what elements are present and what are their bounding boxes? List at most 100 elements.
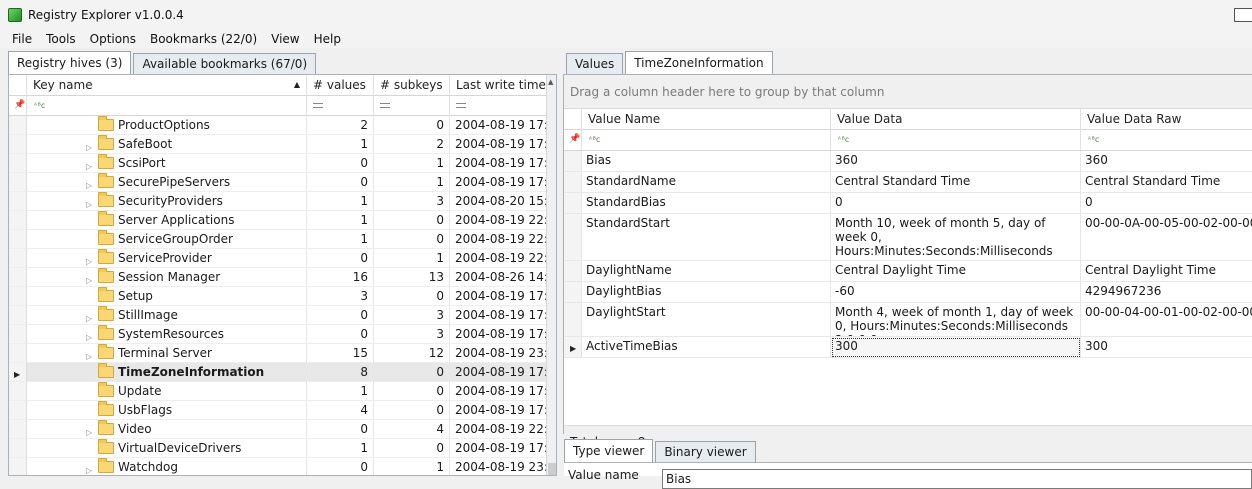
header-key-name[interactable]: Key name ▲ <box>27 75 307 96</box>
filter-pin-icon[interactable]: 📌 <box>564 130 582 150</box>
expand-icon[interactable]: ▷ <box>86 196 92 210</box>
key-name-cell[interactable]: Update <box>27 382 307 401</box>
menu-options[interactable]: Options <box>84 32 142 46</box>
tree-row[interactable]: ▷ SecurityProviders 1 3 2004-08-20 15:3 <box>9 192 556 211</box>
header-values[interactable]: # values <box>307 75 374 96</box>
tree-row[interactable]: UsbFlags 4 0 2004-08-19 17:0 <box>9 401 556 420</box>
row-selector[interactable] <box>9 306 27 325</box>
tree-row[interactable]: ▶ TimeZoneInformation 8 0 2004-08-19 17:2 <box>9 363 556 382</box>
value-data-cell[interactable]: -60 <box>831 282 1081 303</box>
row-selector[interactable] <box>9 230 27 249</box>
value-data-raw-cell[interactable]: 4294967236 <box>1081 282 1252 303</box>
row-selector[interactable] <box>9 268 27 287</box>
row-selector[interactable] <box>9 211 27 230</box>
value-row[interactable]: StandardName Central Standard Time Central… <box>564 172 1252 193</box>
value-row[interactable]: StandardStart Month 10, week of month 5, … <box>564 214 1252 261</box>
key-name-cell[interactable]: ▷ Session Manager <box>27 268 307 287</box>
row-selector[interactable] <box>9 420 27 439</box>
value-row[interactable]: DaylightName Central Daylight Time Central… <box>564 261 1252 282</box>
expand-icon[interactable]: ▷ <box>86 310 92 324</box>
header-value-name[interactable]: Value Name <box>582 109 831 130</box>
value-row[interactable]: StandardBias 0 0 <box>564 193 1252 214</box>
filter-value-data-raw[interactable]: ᴬᴮc <box>1081 130 1252 150</box>
value-row[interactable]: ▶ ActiveTimeBias 300 300 <box>564 337 1252 358</box>
header-value-data[interactable]: Value Data <box>831 109 1081 130</box>
expand-icon[interactable]: ▷ <box>86 139 92 153</box>
tree-row[interactable]: ▷ Watchdog 0 1 2004-08-19 23:0 <box>9 458 556 475</box>
row-selector[interactable] <box>9 116 27 135</box>
value-data-cell[interactable]: 360 <box>831 151 1081 172</box>
value-data-raw-cell[interactable]: 00-00-0A-00-05-00-02-00-00-00-00-00-00-0… <box>1081 214 1252 261</box>
row-selector[interactable] <box>9 154 27 173</box>
key-name-cell[interactable]: ▷ Terminal Server <box>27 344 307 363</box>
expand-icon[interactable]: ▷ <box>86 272 92 286</box>
row-selector[interactable] <box>9 325 27 344</box>
scroll-up-icon[interactable]: ▲ <box>548 78 553 86</box>
tree-row[interactable]: ▷ ServiceProvider 0 1 2004-08-19 22:2 <box>9 249 556 268</box>
row-selector[interactable] <box>9 382 27 401</box>
key-name-cell[interactable]: ProductOptions <box>27 116 307 135</box>
key-name-cell[interactable]: ▷ SafeBoot <box>27 135 307 154</box>
tree-row[interactable]: Update 1 0 2004-08-19 17:0 <box>9 382 556 401</box>
row-selector[interactable] <box>9 192 27 211</box>
tree-row[interactable]: ▷ StillImage 0 3 2004-08-19 17:0 <box>9 306 556 325</box>
value-name-cell[interactable]: DaylightStart <box>582 303 831 337</box>
value-data-cell[interactable]: Central Daylight Time <box>831 261 1081 282</box>
value-name-field[interactable]: Bias <box>662 469 1252 489</box>
value-data-raw-cell[interactable]: 360 <box>1081 151 1252 172</box>
expand-icon[interactable]: ▷ <box>86 348 92 362</box>
value-name-cell[interactable]: StandardStart <box>582 214 831 261</box>
key-name-cell[interactable]: ▷ SystemResources <box>27 325 307 344</box>
row-selector[interactable] <box>9 439 27 458</box>
value-name-cell[interactable]: DaylightName <box>582 261 831 282</box>
expand-icon[interactable]: ▷ <box>86 424 92 438</box>
menu-help[interactable]: Help <box>308 32 347 46</box>
tree-row[interactable]: Server Applications 1 0 2004-08-19 22:2 <box>9 211 556 230</box>
value-data-cell[interactable]: 0 <box>831 193 1081 214</box>
row-selector[interactable] <box>564 303 582 337</box>
tab-type-viewer[interactable]: Type viewer <box>564 439 654 462</box>
tree-row[interactable]: ▷ SafeBoot 1 2 2004-08-19 17:0 <box>9 135 556 154</box>
maximize-icon[interactable] <box>1234 8 1252 22</box>
row-selector[interactable] <box>564 193 582 214</box>
tree-row[interactable]: ServiceGroupOrder 1 0 2004-08-19 22:2 <box>9 230 556 249</box>
expand-icon[interactable]: ▷ <box>86 253 92 267</box>
key-name-cell[interactable]: ▷ StillImage <box>27 306 307 325</box>
header-value-data-raw[interactable]: Value Data Raw <box>1081 109 1252 130</box>
value-data-raw-cell[interactable]: 00-00-04-00-01-00-02-00-00-00-00-00-00-0… <box>1081 303 1252 337</box>
menu-file[interactable]: File <box>6 32 38 46</box>
expand-icon[interactable]: ▷ <box>86 177 92 191</box>
row-selector[interactable] <box>9 249 27 268</box>
tree-row[interactable]: ▷ Session Manager 16 13 2004-08-26 14:5 <box>9 268 556 287</box>
tree-row[interactable]: ▷ Video 0 4 2004-08-19 22:2 <box>9 420 556 439</box>
row-selector[interactable]: ▶ <box>564 337 582 358</box>
tree-row[interactable]: ▷ SecurePipeServers 0 1 2004-08-19 17:0 <box>9 173 556 192</box>
key-name-cell[interactable]: ▷ SecurePipeServers <box>27 173 307 192</box>
key-name-cell[interactable]: Setup <box>27 287 307 306</box>
tree-row[interactable]: VirtualDeviceDrivers 1 0 2004-08-19 17:0 <box>9 439 556 458</box>
value-row[interactable]: DaylightBias -60 4294967236 <box>564 282 1252 303</box>
header-subkeys[interactable]: # subkeys <box>374 75 450 96</box>
row-selector[interactable] <box>9 344 27 363</box>
menu-tools[interactable]: Tools <box>40 32 82 46</box>
scroll-thumb[interactable] <box>548 463 556 475</box>
filter-values[interactable] <box>307 96 374 116</box>
expand-icon[interactable]: ▷ <box>86 462 92 475</box>
key-name-cell[interactable]: ▷ ScsiPort <box>27 154 307 173</box>
expand-icon[interactable]: ▷ <box>86 329 92 343</box>
value-name-cell[interactable]: StandardName <box>582 172 831 193</box>
row-selector[interactable] <box>9 401 27 420</box>
value-data-raw-cell[interactable]: 0 <box>1081 193 1252 214</box>
filter-value-name[interactable]: ᴬᴮc <box>582 130 831 150</box>
value-name-cell[interactable]: StandardBias <box>582 193 831 214</box>
tab-registry-hives[interactable]: Registry hives (3) <box>8 51 132 74</box>
vertical-scrollbar[interactable]: ▲ <box>546 75 556 475</box>
tree-row[interactable]: ProductOptions 2 0 2004-08-19 17:0 <box>9 116 556 135</box>
key-name-cell[interactable]: Server Applications <box>27 211 307 230</box>
row-selector[interactable] <box>9 458 27 475</box>
row-selector[interactable] <box>564 214 582 261</box>
value-row[interactable]: Bias 360 360 <box>564 151 1252 172</box>
menu-view[interactable]: View <box>265 32 305 46</box>
row-selector[interactable] <box>564 172 582 193</box>
value-data-raw-cell[interactable]: Central Standard Time <box>1081 172 1252 193</box>
